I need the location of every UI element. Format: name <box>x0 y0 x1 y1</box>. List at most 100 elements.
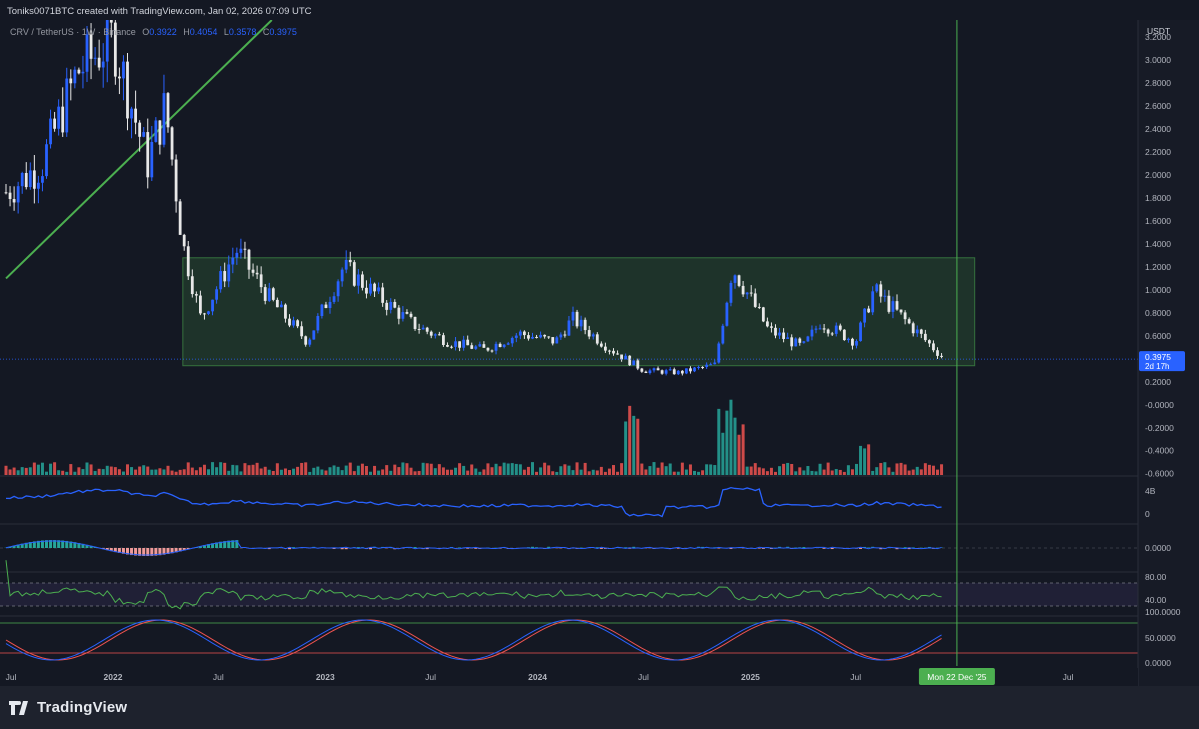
volume-group <box>4 399 944 475</box>
candle-body <box>89 34 93 59</box>
y-tick-label: 2.8000 <box>1145 78 1171 88</box>
volume-bar <box>4 465 8 475</box>
volume-bar <box>656 467 660 475</box>
candle-body <box>308 339 312 345</box>
candle-body <box>753 293 757 307</box>
candle-body <box>146 132 150 178</box>
candle-body <box>478 344 482 347</box>
candle-body <box>397 307 401 319</box>
volume-bar <box>769 467 773 475</box>
candle-body <box>903 312 907 320</box>
y-tick-label: 3.0000 <box>1145 55 1171 65</box>
volume-bar <box>45 471 48 475</box>
candle-body <box>37 182 40 189</box>
candle-body <box>563 334 567 336</box>
candle-body <box>871 291 875 313</box>
candle-body <box>531 336 534 339</box>
volume-bar <box>729 399 733 475</box>
candle-body <box>814 328 818 330</box>
candle-body <box>701 366 704 368</box>
volume-bar <box>518 464 522 475</box>
candle-body <box>45 144 48 177</box>
candle-body <box>138 122 142 137</box>
candle-body <box>640 368 644 372</box>
candle-body <box>555 337 559 344</box>
candle-body <box>685 368 688 374</box>
volume-bar <box>474 468 478 475</box>
volume-bar <box>786 462 790 475</box>
candle-body <box>312 330 316 340</box>
macd-bar <box>830 548 834 550</box>
candle-body <box>243 248 247 250</box>
rsi-tick: 80.00 <box>1145 572 1167 582</box>
x-tick-label: Jul <box>850 672 861 682</box>
volume-bar <box>624 421 628 475</box>
volume-bar <box>846 465 850 475</box>
candle-body <box>851 338 854 346</box>
candle-body <box>547 336 551 338</box>
volume-bar <box>259 468 263 475</box>
volume-bar <box>899 462 903 475</box>
candle-body <box>126 61 129 119</box>
candle-body <box>300 326 304 337</box>
candle-body <box>385 302 389 310</box>
volume-bar <box>65 471 69 475</box>
candle-body <box>316 316 320 331</box>
macd-bar <box>458 547 462 548</box>
volume-bar <box>676 471 680 475</box>
candle-body <box>810 329 814 337</box>
volume-bar <box>20 467 24 475</box>
candle-body <box>320 304 324 317</box>
candle-body <box>786 337 790 339</box>
volume-bar <box>539 467 543 475</box>
volume-bar <box>737 434 741 475</box>
candle-body <box>32 170 36 189</box>
candle-body <box>81 71 85 74</box>
candle-body <box>462 339 466 348</box>
candle-body <box>474 346 478 349</box>
candle-body <box>523 331 526 336</box>
x-tick-label: 2022 <box>104 672 123 682</box>
candle-body <box>239 248 243 253</box>
candle-body <box>591 334 595 337</box>
volume-bar <box>466 470 470 475</box>
x-tick-label: Jul <box>6 672 17 682</box>
candle-body <box>628 355 632 366</box>
volume-bar <box>348 462 352 475</box>
volume-bar <box>344 465 348 475</box>
y-tick-label: 2.0000 <box>1145 170 1171 180</box>
candle-body <box>235 252 239 258</box>
open-value: 0.3922 <box>149 27 177 37</box>
volume-bar <box>842 471 846 475</box>
candle-body <box>49 118 52 145</box>
stoch-tick: 50.0000 <box>1145 633 1176 643</box>
x-tick-label: Jul <box>1063 672 1074 682</box>
candle-body <box>923 333 927 341</box>
volume-bar <box>761 468 765 475</box>
high-value: 0.4054 <box>189 27 218 37</box>
volume-bar <box>660 462 664 475</box>
candle-body <box>373 283 376 292</box>
candle-body <box>656 368 660 371</box>
volume-bar <box>782 463 786 475</box>
candle-body <box>575 311 579 327</box>
volume-bar <box>498 466 502 475</box>
candle-body <box>741 285 745 295</box>
candle-body <box>766 321 769 327</box>
volume-bar <box>636 418 640 475</box>
volume-bar <box>312 467 316 475</box>
volume-bar <box>393 464 397 475</box>
volume-bar <box>292 468 296 475</box>
candle-body <box>446 344 449 347</box>
candle-body <box>875 284 879 292</box>
candle-body <box>336 281 340 297</box>
y-tick-label: -0.0000 <box>1145 400 1174 410</box>
volume-bar <box>879 463 883 475</box>
candle-body <box>847 338 850 341</box>
y-tick-label: 2.6000 <box>1145 101 1171 111</box>
volume-bar <box>684 469 688 475</box>
price-chart[interactable]: USDT3.20003.00002.80002.60002.40002.2000… <box>0 20 1199 686</box>
macd-bar <box>802 547 806 548</box>
volume-bar <box>644 469 648 475</box>
candle-body <box>608 350 611 352</box>
